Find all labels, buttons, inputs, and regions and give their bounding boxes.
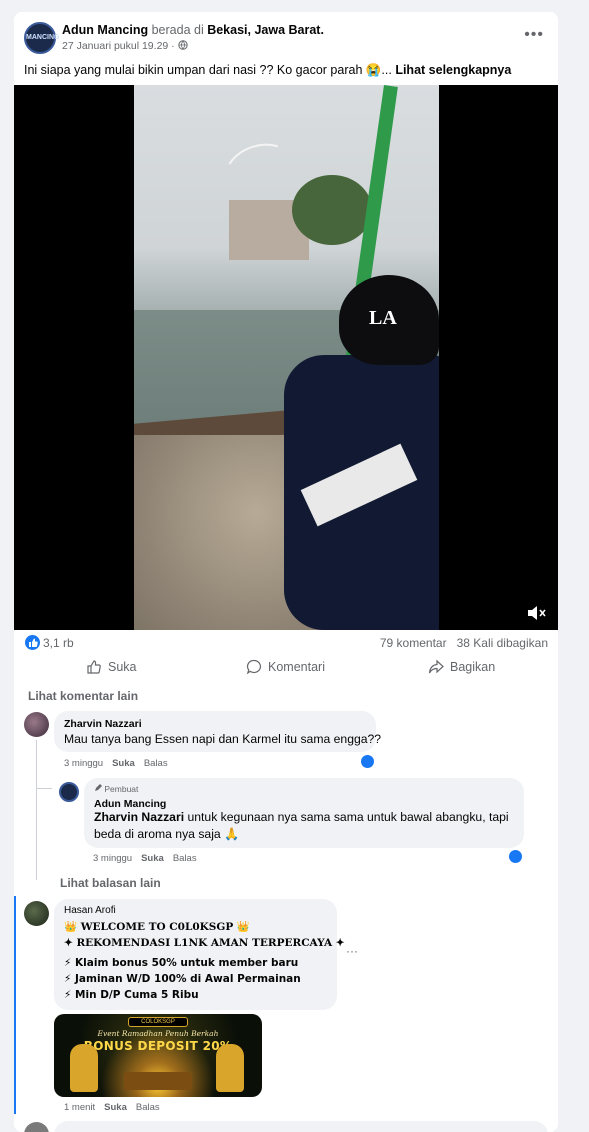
banner-figure-left bbox=[70, 1044, 98, 1092]
reaction-count[interactable]: 3,1 rb bbox=[43, 636, 74, 650]
thread-connector bbox=[36, 788, 52, 789]
page-logo-text: MANCING bbox=[26, 34, 60, 41]
like-reaction-icon[interactable] bbox=[25, 635, 40, 650]
location-link[interactable]: Bekasi, Jawa Barat. bbox=[207, 23, 324, 37]
globe-icon bbox=[177, 40, 188, 50]
video-tree bbox=[292, 175, 372, 245]
author-line: Adun Mancing berada di Bekasi, Jawa Bara… bbox=[62, 23, 324, 37]
reply-meta: 3 minggu Suka Balas bbox=[93, 853, 197, 864]
comment-button[interactable]: Komentari bbox=[246, 659, 325, 675]
like-label: Suka bbox=[108, 660, 137, 674]
post-body: Ini siapa yang mulai bikin umpan dari na… bbox=[24, 63, 396, 77]
comment-like-button[interactable]: Suka bbox=[112, 758, 135, 769]
spam-line-1: 👑 WELCOME TO C0L0KSGP 👑 bbox=[64, 921, 250, 933]
avatar[interactable] bbox=[24, 1122, 49, 1132]
reply-text-line1: Zharvin Nazzari untuk kegunaan nya sama … bbox=[94, 809, 509, 826]
reaction-stats: 3,1 rb 79 komentar 38 Kali dibagikan bbox=[14, 634, 558, 652]
comment-share-stats: 79 komentar 38 Kali dibagikan bbox=[380, 636, 548, 650]
author-badge-label: Pembuat bbox=[104, 784, 139, 794]
comment-bubble: Hasan Arofi 👑 WELCOME TO C0L0KSGP 👑 ✦ RE… bbox=[54, 899, 345, 1010]
avatar[interactable] bbox=[59, 782, 79, 802]
comment-bubble: Zharvin Nazzari Mau tanya bang Essen nap… bbox=[54, 711, 381, 752]
pencil-icon bbox=[95, 784, 102, 791]
video-frame: LA bbox=[134, 85, 439, 630]
banner-brand: COLOKSGP bbox=[128, 1017, 188, 1027]
comment-meta: 3 minggu Suka Balas bbox=[64, 758, 168, 769]
author-badge: Pembuat bbox=[94, 784, 138, 794]
share-count[interactable]: 38 Kali dibagikan bbox=[457, 636, 548, 650]
new-comment-indicator bbox=[14, 896, 16, 1114]
comment-author[interactable]: Zharvin Nazzari bbox=[64, 718, 142, 730]
share-button[interactable]: Bagikan bbox=[428, 659, 495, 675]
more-options-icon[interactable]: ••• bbox=[524, 26, 544, 44]
comment-reply-button[interactable]: Balas bbox=[144, 758, 168, 769]
view-more-replies-link[interactable]: Lihat balasan lain bbox=[60, 876, 161, 890]
reply-text-part1: untuk kegunaan nya sama sama untuk bawal… bbox=[184, 810, 509, 824]
comment-time[interactable]: 3 minggu bbox=[64, 758, 103, 769]
comment-image[interactable]: COLOKSGP Event Ramadhan Penuh Berkah BON… bbox=[54, 1014, 262, 1097]
reply-reply-button[interactable]: Balas bbox=[173, 853, 197, 864]
avatar[interactable] bbox=[24, 712, 49, 737]
share-label: Bagikan bbox=[450, 660, 496, 674]
author-name[interactable]: Adun Mancing bbox=[62, 23, 148, 37]
banner-event-text: Event Ramadhan Penuh Berkah bbox=[97, 1029, 219, 1038]
reply-time[interactable]: 3 minggu bbox=[93, 853, 132, 864]
banner-figure-right bbox=[216, 1044, 244, 1092]
spam-line-5: ⚡ Min D/P Cuma 5 Ribu bbox=[64, 989, 199, 1001]
view-more-comments-link[interactable]: Lihat komentar lain bbox=[28, 689, 138, 703]
reply-like-reaction-icon[interactable] bbox=[509, 850, 522, 863]
comment-count[interactable]: 79 komentar bbox=[380, 636, 447, 650]
comment-like-reaction-icon[interactable] bbox=[361, 755, 374, 768]
post-text: Ini siapa yang mulai bikin umpan dari na… bbox=[24, 62, 554, 78]
comment-like-button[interactable]: Suka bbox=[104, 1102, 127, 1113]
post-card: MANCING Adun Mancing berada di Bekasi, J… bbox=[14, 12, 558, 1132]
avatar[interactable] bbox=[24, 901, 49, 926]
video-cap-logo: LA bbox=[369, 307, 397, 329]
comment-label: Komentari bbox=[268, 660, 325, 674]
banner-chest bbox=[124, 1072, 192, 1090]
comment-time[interactable]: 1 menit bbox=[64, 1102, 95, 1113]
reply-like-button[interactable]: Suka bbox=[141, 853, 164, 864]
thread-line bbox=[36, 740, 37, 880]
comment-text: Mau tanya bang Essen napi dan Karmel itu… bbox=[64, 732, 382, 746]
spam-line-2: ✦ REKOMENDASI L1NK AMAN TERPERCAYA ✦ bbox=[64, 937, 345, 949]
comment-bubble-icon bbox=[246, 659, 262, 675]
comment-meta: 1 menit Suka Balas bbox=[64, 1102, 160, 1113]
post-header: MANCING Adun Mancing berada di Bekasi, J… bbox=[14, 12, 558, 64]
comment-author[interactable]: Hasan Arofi bbox=[64, 905, 116, 916]
mute-icon[interactable] bbox=[526, 604, 546, 622]
post-timestamp[interactable]: 27 Januari pukul 19.29 · bbox=[62, 40, 175, 52]
see-more-link[interactable]: Lihat selengkapnya bbox=[395, 63, 511, 77]
reply-text-line2: beda di aroma nya saja 🙏 bbox=[94, 827, 240, 841]
share-arrow-icon bbox=[428, 659, 444, 674]
like-button[interactable]: Suka bbox=[86, 659, 137, 675]
post-meta: 27 Januari pukul 19.29 · bbox=[62, 40, 188, 52]
comment-options-icon[interactable]: ··· bbox=[346, 944, 358, 958]
comment-bubble-partial bbox=[54, 1121, 548, 1132]
reply-mention[interactable]: Zharvin Nazzari bbox=[94, 810, 184, 824]
video-fishing-line bbox=[217, 134, 301, 206]
location-prefix: berada di bbox=[151, 23, 204, 37]
page-avatar[interactable]: MANCING bbox=[24, 22, 60, 54]
reply-bubble: Pembuat Adun Mancing Zharvin Nazzari unt… bbox=[84, 778, 524, 848]
thumb-up-icon bbox=[87, 660, 101, 674]
video-player[interactable]: LA bbox=[14, 85, 558, 630]
spam-line-4: ⚡ Jaminan W/D 100% di Awal Permainan bbox=[64, 973, 301, 985]
spam-line-3: ⚡ Klaim bonus 50% untuk member baru bbox=[64, 957, 299, 969]
comment-reply-button[interactable]: Balas bbox=[136, 1102, 160, 1113]
action-bar: Suka Komentari Bagikan bbox=[14, 652, 558, 682]
